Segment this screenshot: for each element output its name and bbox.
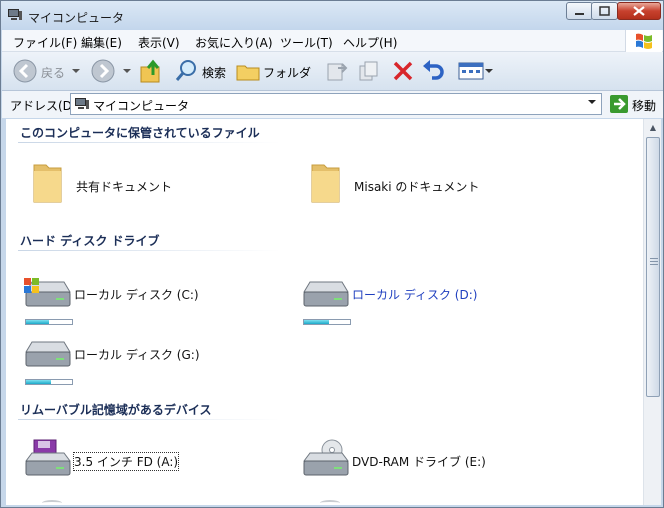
partial-item-icon [42, 500, 62, 505]
group-header-files: このコンピュータに保管されているファイル [20, 126, 260, 140]
dvd-drive-icon [303, 439, 349, 476]
up-folder-icon [140, 59, 160, 83]
windows-logo-icon [636, 33, 652, 49]
views-icon [458, 62, 493, 80]
undo-icon [423, 60, 444, 80]
chevron-down-icon [123, 69, 131, 73]
back-arrow-icon [13, 59, 37, 83]
drive-usage-bar [25, 379, 73, 385]
address-field[interactable]: マイコンピュータ [70, 93, 602, 115]
address-value: マイコンピュータ [93, 99, 190, 113]
list-item-drive-d[interactable]: ローカル ディスク (D:) [300, 272, 570, 328]
menu-tools[interactable]: ツール(T) [280, 34, 333, 51]
item-label: ローカル ディスク (D:) [352, 288, 478, 302]
folder-icon [33, 164, 62, 203]
folders-button[interactable]: フォルダ [235, 58, 311, 84]
undo-button[interactable] [420, 58, 446, 84]
hard-drive-icon [25, 341, 71, 367]
back-label: 戻る [41, 66, 66, 80]
group-header-removable: リムーバブル記憶域があるデバイス [20, 403, 212, 417]
address-label: アドレス(D) [10, 99, 77, 113]
menu-help[interactable]: ヘルプ(H) [343, 34, 397, 51]
copy-to-icon [359, 61, 378, 81]
back-button[interactable]: 戻る [12, 58, 68, 84]
search-label: 検索 [202, 66, 227, 80]
toolbar: 戻る 検索 フォルダ [2, 52, 663, 91]
search-icon [175, 60, 196, 81]
list-item-drive-g[interactable]: ローカル ディスク (G:) [22, 332, 292, 388]
menu-file[interactable]: ファイル(F) [13, 34, 77, 51]
windows-flag-logo [625, 30, 662, 52]
forward-arrow-icon [91, 59, 115, 83]
title-bar[interactable]: マイコンピュータ [1, 1, 663, 30]
menu-edit[interactable]: 編集(E) [81, 34, 122, 51]
menu-bar: ファイル(F) 編集(E) 表示(V) お気に入り(A) ツール(T) ヘルプ(… [2, 30, 663, 52]
go-button[interactable]: 移動 [608, 94, 662, 114]
drive-usage-bar [303, 319, 351, 325]
delete-button[interactable] [390, 58, 416, 84]
menu-view[interactable]: 表示(V) [138, 34, 180, 51]
chevron-down-icon [72, 69, 80, 73]
my-computer-icon [75, 98, 89, 109]
copy-to-button[interactable] [357, 58, 383, 84]
explorer-window: マイコンピュータ ファイル(F) 編集(E) 表示(V) お気に入り(A) ツー… [0, 0, 664, 508]
folder-icon [311, 164, 340, 203]
address-dropdown[interactable] [587, 97, 597, 110]
list-item-misaki-documents[interactable]: Misaki のドキュメント [302, 161, 572, 217]
item-label: ローカル ディスク (G:) [74, 348, 200, 362]
group-divider [18, 142, 280, 143]
window-title: マイコンピュータ [28, 11, 125, 25]
scroll-up-button[interactable]: ▲ [645, 120, 661, 136]
scroll-grip [650, 258, 658, 266]
item-label: 共有ドキュメント [76, 180, 173, 194]
chevron-down-icon [588, 100, 596, 104]
menu-favorites[interactable]: お気に入り(A) [195, 34, 273, 51]
close-icon [633, 6, 645, 16]
search-button[interactable]: 検索 [174, 58, 230, 84]
my-computer-icon [8, 9, 22, 20]
item-label: DVD-RAM ドライブ (E:) [352, 455, 486, 469]
folders-icon [236, 65, 260, 81]
forward-history-dropdown[interactable] [122, 66, 132, 76]
back-history-dropdown[interactable] [71, 66, 81, 76]
close-button[interactable] [617, 2, 661, 20]
maximize-button[interactable] [591, 2, 618, 20]
list-item-drive-c[interactable]: ローカル ディスク (C:) [22, 272, 292, 328]
list-item-dvd-e[interactable]: DVD-RAM ドライブ (E:) [300, 437, 570, 493]
group-divider [18, 250, 280, 251]
item-label: ローカル ディスク (C:) [74, 288, 199, 302]
move-to-icon [327, 63, 348, 81]
file-view: このコンピュータに保管されているファイル 共有ドキュメント Misaki のドキ… [6, 119, 643, 505]
group-divider [18, 419, 280, 420]
minimize-icon [575, 13, 584, 15]
partial-item-icon [320, 500, 340, 505]
item-label: Misaki のドキュメント [354, 180, 480, 194]
minimize-button[interactable] [566, 2, 593, 20]
scroll-thumb[interactable] [646, 137, 660, 397]
go-label: 移動 [632, 99, 657, 113]
item-label: 3.5 インチ FD (A:) [72, 452, 180, 471]
forward-button[interactable] [90, 58, 116, 84]
maximize-icon [599, 6, 610, 16]
folders-label: フォルダ [263, 66, 312, 80]
group-header-hdd: ハード ディスク ドライブ [20, 234, 160, 248]
views-button[interactable] [457, 58, 493, 84]
move-to-button[interactable] [324, 58, 350, 84]
list-item-shared-documents[interactable]: 共有ドキュメント [24, 161, 294, 217]
up-folder-button[interactable] [139, 57, 165, 85]
address-bar: アドレス(D) マイコンピュータ 移動 [2, 91, 663, 118]
drive-usage-bar [25, 319, 73, 325]
system-drive-icon [24, 278, 71, 307]
delete-icon [393, 61, 413, 81]
vertical-scrollbar[interactable]: ▲ [643, 119, 661, 505]
hard-drive-icon [303, 281, 349, 307]
floppy-drive-icon [25, 439, 71, 476]
list-item-floppy-a[interactable]: 3.5 インチ FD (A:) [22, 437, 292, 493]
go-arrow-icon [610, 95, 628, 113]
